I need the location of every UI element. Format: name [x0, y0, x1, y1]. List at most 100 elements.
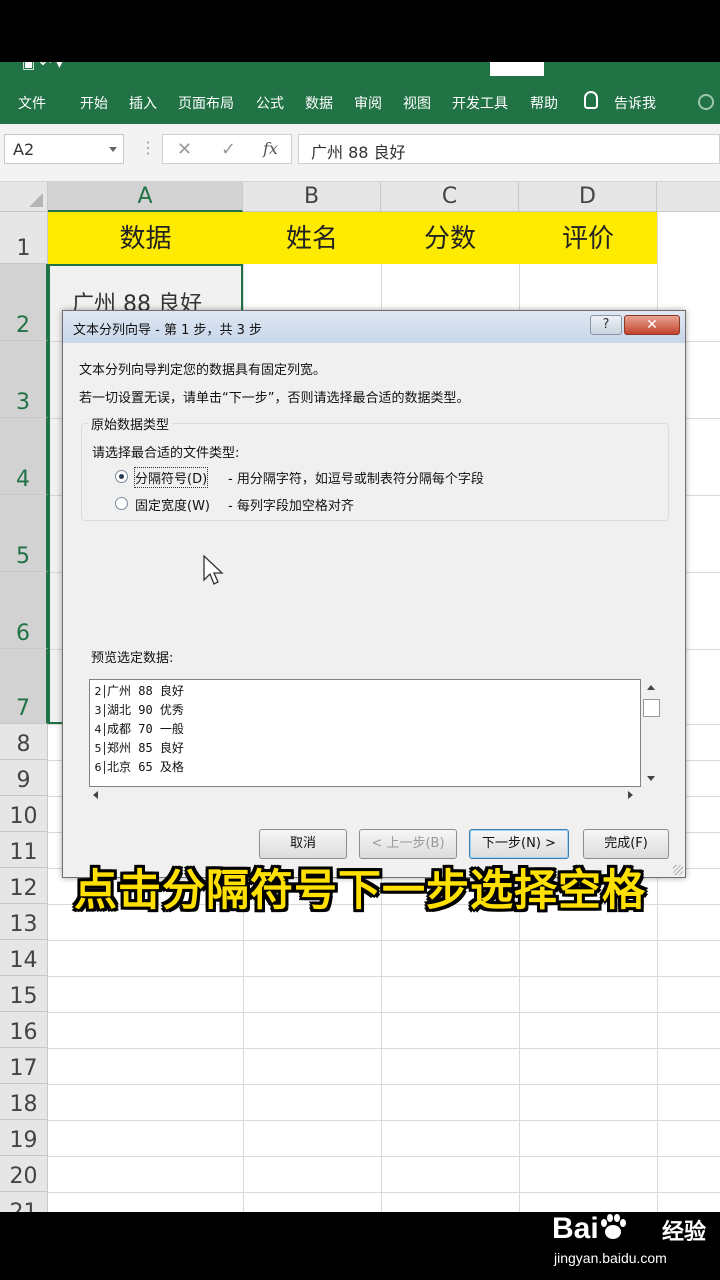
cancel-icon[interactable]: ✕: [177, 139, 192, 160]
row-header-3[interactable]: 3: [0, 341, 48, 418]
gridline: [48, 1048, 720, 1049]
gridline: [48, 1120, 720, 1121]
preview-row: 3 湖北 90 优秀: [92, 701, 184, 720]
quick-access-icon[interactable]: ▣ ↶ ▾: [22, 62, 63, 72]
column-header-d[interactable]: D: [519, 182, 657, 212]
login-button[interactable]: [490, 62, 544, 76]
row-header-21[interactable]: 21: [0, 1192, 48, 1212]
row-header-18[interactable]: 18: [0, 1084, 48, 1120]
name-box-value: A2: [13, 140, 35, 159]
cell-c1[interactable]: 分数: [381, 212, 519, 264]
tab-help[interactable]: 帮助: [530, 93, 558, 113]
tab-view[interactable]: 视图: [403, 93, 431, 113]
column-header-a[interactable]: A: [48, 182, 243, 212]
back-button: < 上一步(B): [359, 829, 457, 859]
formula-buttons: ✕ ✓ fx: [162, 134, 292, 164]
option-delimited-label[interactable]: 分隔符号(D): [133, 467, 209, 488]
more-icon: ⋮: [140, 138, 156, 157]
cell-b1[interactable]: 姓名: [243, 212, 381, 264]
tab-formulas[interactable]: 公式: [256, 93, 284, 113]
select-all-corner[interactable]: [0, 182, 48, 212]
option-delimited-desc: - 用分隔字符，如逗号或制表符分隔每个字段: [228, 472, 484, 487]
row-header-2[interactable]: 2: [0, 264, 48, 341]
row-header-1[interactable]: 1: [0, 212, 48, 264]
preview-row: 6 北京 65 及格: [92, 758, 184, 777]
tell-me-box[interactable]: 告诉我: [614, 93, 656, 113]
tab-home[interactable]: 开始: [80, 93, 108, 113]
option-fixed-label[interactable]: 固定宽度(W): [135, 495, 210, 514]
scroll-thumb[interactable]: [643, 699, 660, 717]
preview-row: 2 广州 88 良好: [92, 682, 184, 701]
preview-row: 5 郑州 85 良好: [92, 739, 184, 758]
row-header-15[interactable]: 15: [0, 976, 48, 1012]
row-header-8[interactable]: 8: [0, 724, 48, 760]
row-header-10[interactable]: 10: [0, 796, 48, 832]
help-button[interactable]: ?: [590, 315, 622, 335]
gridline: [48, 1012, 720, 1013]
text-to-columns-dialog: 文本分列向导 - 第 1 步，共 3 步 ? ✕ 文本分列向导判定您的数据具有固…: [62, 310, 686, 878]
tab-page-layout[interactable]: 页面布局: [178, 93, 234, 113]
column-header-e[interactable]: [657, 182, 720, 212]
tab-review[interactable]: 审阅: [354, 93, 382, 113]
gridline: [48, 1084, 720, 1085]
scroll-left-icon[interactable]: [93, 791, 98, 799]
paw-icon: [601, 1214, 626, 1239]
tab-file[interactable]: 文件: [18, 93, 46, 113]
tab-developer[interactable]: 开发工具: [452, 93, 508, 113]
close-button[interactable]: ✕: [624, 315, 680, 335]
formula-bar: A2 ⋮ ✕ ✓ fx 广州 88 良好: [0, 124, 720, 182]
preview-label: 预览选定数据:: [91, 651, 174, 666]
scroll-down-icon[interactable]: [647, 776, 655, 781]
intro-text-2: 若一切设置无误，请单击“下一步”，否则请选择最合适的数据类型。: [79, 391, 470, 406]
tab-insert[interactable]: 插入: [129, 93, 157, 113]
radio-delimited[interactable]: [115, 470, 128, 483]
group-label: 原始数据类型: [88, 414, 173, 433]
row-header-17[interactable]: 17: [0, 1048, 48, 1084]
scroll-right-icon[interactable]: [628, 791, 633, 799]
column-header-b[interactable]: B: [243, 182, 381, 212]
dialog-title: 文本分列向导 - 第 1 步，共 3 步: [73, 323, 263, 338]
row-header-4[interactable]: 4: [0, 418, 48, 495]
video-caption: 点击分隔符号下一步选择空格: [74, 866, 646, 916]
row-header-6[interactable]: 6: [0, 572, 48, 649]
row-header-9[interactable]: 9: [0, 760, 48, 796]
insert-function-icon[interactable]: fx: [263, 139, 278, 158]
baidu-logo-text: Bai: [552, 1212, 599, 1245]
row-header-16[interactable]: 16: [0, 1012, 48, 1048]
radio-fixed-width[interactable]: [115, 497, 128, 510]
gridline: [48, 976, 720, 977]
cancel-button[interactable]: 取消: [259, 829, 347, 859]
gridline: [48, 1156, 720, 1157]
choose-type-label: 请选择最合适的文件类型:: [92, 446, 240, 461]
formula-input[interactable]: 广州 88 良好: [298, 134, 720, 164]
row-header-14[interactable]: 14: [0, 940, 48, 976]
cell-a1[interactable]: 数据: [48, 212, 243, 264]
check-icon[interactable]: ✓: [221, 139, 236, 160]
mouse-cursor-icon: [203, 555, 224, 585]
column-header-c[interactable]: C: [381, 182, 519, 212]
chevron-down-icon[interactable]: [109, 147, 117, 152]
preview-pane[interactable]: 2 广州 88 良好 3 湖北 90 优秀 4 成都 70 一般 5 郑州 85 良好 …: [89, 679, 641, 787]
row-header-19[interactable]: 19: [0, 1120, 48, 1156]
gridline: [48, 940, 720, 941]
tab-data[interactable]: 数据: [305, 93, 333, 113]
preview-row: 4 成都 70 一般: [92, 720, 184, 739]
row-header-5[interactable]: 5: [0, 495, 48, 572]
row-header-7[interactable]: 7: [0, 649, 48, 724]
watermark-url: jingyan.baidu.com: [554, 1250, 667, 1266]
next-button[interactable]: 下一步(N) >: [469, 829, 569, 859]
jingyan-text: 经验: [662, 1220, 707, 1245]
scroll-up-icon[interactable]: [647, 685, 655, 690]
preview-vertical-scrollbar[interactable]: [641, 679, 663, 787]
name-box[interactable]: A2: [4, 134, 124, 164]
lightbulb-icon[interactable]: [584, 91, 598, 109]
cell-d1[interactable]: 评价: [519, 212, 657, 264]
finish-button[interactable]: 完成(F): [583, 829, 669, 859]
preview-horizontal-scrollbar[interactable]: [89, 787, 641, 803]
title-bar: ▣ ↶ ▾: [0, 62, 720, 78]
row-header-20[interactable]: 20: [0, 1156, 48, 1192]
option-fixed-desc: - 每列字段加空格对齐: [228, 499, 354, 514]
intro-text-1: 文本分列向导判定您的数据具有固定列宽。: [79, 363, 327, 378]
gridline: [48, 1192, 720, 1193]
user-icon[interactable]: [698, 94, 714, 110]
